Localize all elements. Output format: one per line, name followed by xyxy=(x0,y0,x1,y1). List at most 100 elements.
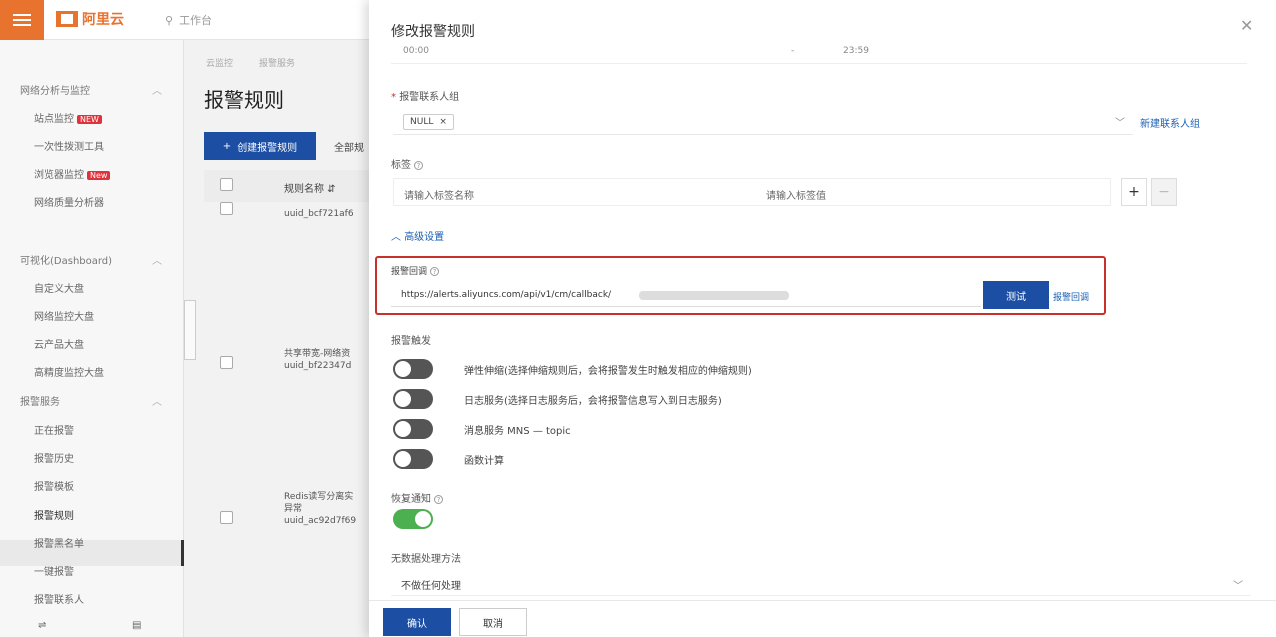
collapse-handle[interactable] xyxy=(184,300,196,360)
add-tag-button[interactable]: + xyxy=(1121,178,1147,206)
help-icon[interactable]: ? xyxy=(434,495,443,504)
sidebar-item-product-dashboard[interactable]: 云产品大盘 xyxy=(34,336,84,351)
sidebar-item-dial-tool[interactable]: 一次性拨测工具 xyxy=(34,138,104,153)
confirm-button[interactable]: 确认 xyxy=(383,608,451,636)
sidebar-item-network-analyzer[interactable]: 网络质量分析器 xyxy=(34,194,104,209)
sidebar-group-network[interactable]: 网络分析与监控 xyxy=(20,82,90,97)
breadcrumb-item[interactable]: 云监控 xyxy=(206,56,233,69)
contact-group-select[interactable]: NULL × ﹀ xyxy=(393,109,1133,135)
drawer-footer: 确认 取消 xyxy=(369,600,1276,637)
rule-id: uuid_ac92d7f69 xyxy=(284,516,357,526)
sidebar-active-highlight xyxy=(0,540,184,566)
rule-name: Redis读写分离实 xyxy=(284,492,354,502)
help-icon[interactable]: ? xyxy=(430,267,440,276)
time-to[interactable]: 23:59 xyxy=(843,46,869,56)
sidebar-item-alarm-rules[interactable]: 报警规则 xyxy=(34,507,74,522)
sidebar-item-one-click-alarm[interactable]: 一键报警 xyxy=(34,563,74,578)
collapse-icon[interactable]: ⇌ xyxy=(38,620,46,631)
rule-name-suffix: 异常 xyxy=(284,504,303,514)
edit-rule-drawer: 修改报警规则 ✕ 00:00 - 23:59 * 报警联系人组 NULL × ﹀… xyxy=(369,0,1276,637)
sidebar-item-label: 站点监控 xyxy=(34,114,74,125)
new-contact-group-link[interactable]: 新建联系人组 xyxy=(1140,115,1200,130)
mns-toggle[interactable] xyxy=(393,419,433,439)
tag-value-input[interactable]: 请输入标签值 xyxy=(766,187,826,202)
divider xyxy=(391,306,981,307)
top-search[interactable]: ⚲ 工作台 xyxy=(165,12,212,28)
sidebar-item-custom-dashboard[interactable]: 自定义大盘 xyxy=(34,280,84,295)
column-header-rule-name[interactable]: 规则名称 ⇵ xyxy=(284,180,336,195)
sidebar-item-site-monitor[interactable]: 站点监控 NEW xyxy=(34,110,102,125)
chevron-up-icon[interactable]: ︿ xyxy=(152,82,162,97)
table-row[interactable]: Redis读写分离实 异常 uuid_ac92d7f69 xyxy=(284,491,374,527)
table-row[interactable]: uuid_bcf721af6 xyxy=(284,208,374,220)
chevron-down-icon[interactable]: ﹀ xyxy=(1233,577,1243,592)
tag-close-icon[interactable]: × xyxy=(439,117,447,127)
sidebar-item-browser-monitor[interactable]: 浏览器监控 New xyxy=(34,166,111,181)
logo[interactable]: 阿里云 xyxy=(56,9,124,29)
help-icon[interactable]: ? xyxy=(414,161,423,170)
rule-id: uuid_bcf721af6 xyxy=(284,209,354,219)
all-filter[interactable]: 全部规 xyxy=(334,139,364,154)
row-checkbox[interactable] xyxy=(220,356,233,369)
test-callback-button[interactable]: 测试 xyxy=(983,281,1049,309)
remove-tag-button[interactable]: − xyxy=(1151,178,1177,206)
menu-icon[interactable] xyxy=(0,0,44,40)
chevron-up-icon: ︿ xyxy=(391,232,401,243)
table-row[interactable]: 共享带宽-网络资 uuid_bf22347d xyxy=(284,348,374,372)
row-checkbox[interactable] xyxy=(220,202,233,215)
log-service-label: 日志服务(选择日志服务后，会将报警信息写入到日志服务) xyxy=(464,396,722,407)
create-rule-label: 创建报警规则 xyxy=(237,142,298,154)
page-title: 报警规则 xyxy=(204,88,284,112)
sidebar-group-dashboard[interactable]: 可视化(Dashboard) xyxy=(20,252,112,267)
auto-scaling-label: 弹性伸缩(选择伸缩规则后，会将报警发生时触发相应的伸缩规则) xyxy=(464,366,752,377)
sidebar-item-alarm-blacklist[interactable]: 报警黑名单 xyxy=(34,535,84,550)
auto-scaling-toggle[interactable] xyxy=(393,359,433,379)
sidebar-item-alarm-templates[interactable]: 报警模板 xyxy=(34,478,74,493)
callback-label: 报警回调? xyxy=(391,264,440,277)
create-rule-button[interactable]: + 创建报警规则 xyxy=(204,132,316,160)
chevron-up-icon[interactable]: ︿ xyxy=(152,252,162,267)
trigger-label: 报警触发 xyxy=(391,336,431,347)
sidebar-item-label: 浏览器监控 xyxy=(34,170,84,181)
function-compute-toggle[interactable] xyxy=(393,449,433,469)
sidebar-item-alarm-history[interactable]: 报警历史 xyxy=(34,450,74,465)
sidebar-item-precision-dashboard[interactable]: 高精度监控大盘 xyxy=(34,364,104,379)
callback-url-redacted xyxy=(639,291,789,300)
contact-tag: NULL × xyxy=(403,114,454,130)
recovery-notice-toggle[interactable] xyxy=(393,509,433,529)
rule-name: 共享带宽-网络资 xyxy=(284,349,351,359)
close-icon[interactable]: ✕ xyxy=(1240,16,1253,35)
drawer-title: 修改报警规则 xyxy=(391,24,475,40)
callback-url-input[interactable]: https://alerts.aliyuncs.com/api/v1/cm/ca… xyxy=(401,290,611,300)
contact-tag-label: NULL xyxy=(410,117,434,127)
layout-icon[interactable]: ▤ xyxy=(132,620,141,631)
contact-group-label-text: 报警联系人组 xyxy=(399,92,460,103)
mns-label: 消息服务 MNS — topic xyxy=(464,426,571,437)
sidebar-item-alarm-contacts[interactable]: 报警联系人 xyxy=(34,591,84,606)
callback-docs-link[interactable]: 报警回调 xyxy=(1053,290,1089,303)
search-placeholder: 工作台 xyxy=(179,14,213,27)
nodata-select[interactable]: 不做任何处理 ﹀ xyxy=(391,572,1251,596)
log-service-toggle[interactable] xyxy=(393,389,433,409)
cancel-button[interactable]: 取消 xyxy=(459,608,527,636)
nodata-label: 无数据处理方法 xyxy=(391,554,461,565)
tag-name-input[interactable]: 请输入标签名称 xyxy=(404,187,474,202)
search-icon: ⚲ xyxy=(165,13,174,27)
chevron-up-icon[interactable]: ︿ xyxy=(152,393,162,408)
advanced-settings-toggle[interactable]: ︿ 高级设置 xyxy=(391,228,444,243)
new-badge: New xyxy=(87,171,111,180)
time-from[interactable]: 00:00 xyxy=(403,46,429,56)
breadcrumb: 云监控 报警服务 xyxy=(206,56,295,69)
recovery-label: 恢复通知? xyxy=(391,490,443,505)
select-all-checkbox[interactable] xyxy=(220,178,233,191)
rule-id: uuid_bf22347d xyxy=(284,361,352,371)
sidebar-item-network-dashboard[interactable]: 网络监控大盘 xyxy=(34,308,94,323)
chevron-down-icon[interactable]: ﹀ xyxy=(1115,114,1125,129)
sort-icon[interactable]: ⇵ xyxy=(327,184,335,195)
sidebar-item-active-alarms[interactable]: 正在报警 xyxy=(34,422,74,437)
callback-label-text: 报警回调 xyxy=(391,267,428,277)
sidebar-group-alarm[interactable]: 报警服务 xyxy=(20,393,60,408)
breadcrumb-item[interactable]: 报警服务 xyxy=(259,56,295,69)
row-checkbox[interactable] xyxy=(220,511,233,524)
advanced-settings-label: 高级设置 xyxy=(404,232,445,243)
